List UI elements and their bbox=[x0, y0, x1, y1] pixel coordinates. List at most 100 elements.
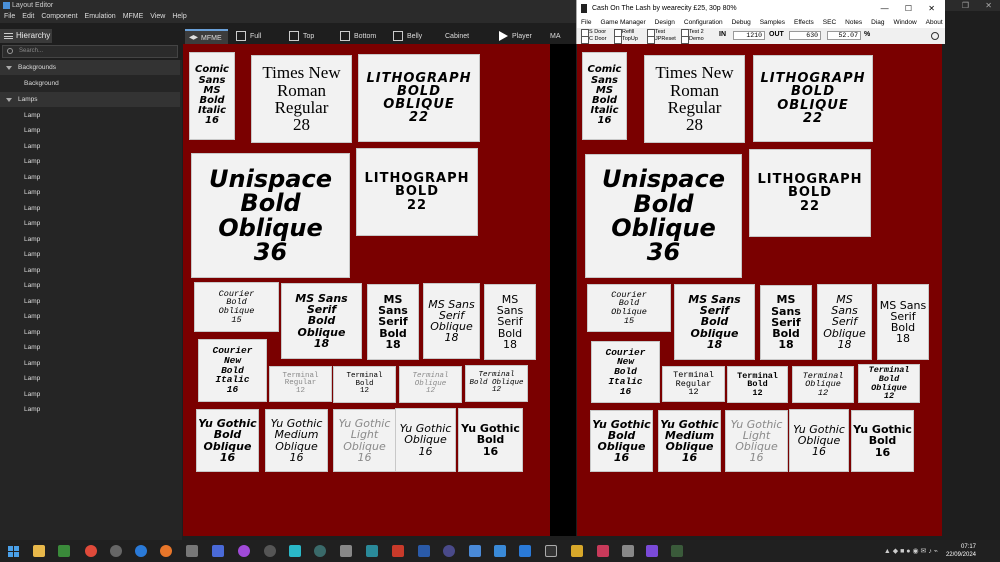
font-panel-yu-gothic-medium-oblique[interactable]: Yu Gothic Medium Oblique 16 bbox=[265, 409, 328, 472]
tree-item-lamp[interactable]: Lamp bbox=[0, 278, 180, 293]
mfme-menu-samples[interactable]: Samples bbox=[760, 17, 785, 28]
tree-item-lamp[interactable]: Lamp bbox=[0, 340, 180, 355]
mfme-menu-game-manager[interactable]: Game Manager bbox=[600, 17, 645, 28]
mfme-panel-ms-sans-bold-oblique[interactable]: MS Sans Serif Bold Oblique 18 bbox=[674, 284, 755, 360]
tree-item-lamp[interactable]: Lamp bbox=[0, 356, 180, 371]
hierarchy-search-input[interactable]: Search... bbox=[2, 45, 178, 58]
font-panel-ms-sans-serif[interactable]: MS Sans Serif Bold 18 bbox=[484, 284, 536, 360]
app-icon-cube[interactable] bbox=[622, 545, 634, 557]
app-icon-gray[interactable] bbox=[110, 545, 122, 557]
mfme-close-icon[interactable]: ✕ bbox=[928, 4, 935, 13]
menu-view[interactable]: View bbox=[150, 11, 165, 23]
app-icon-pink[interactable] bbox=[597, 545, 609, 557]
expand-triangle-icon[interactable] bbox=[6, 66, 12, 70]
jpreset-label[interactable]: JPReset bbox=[647, 36, 676, 44]
firefox-icon[interactable] bbox=[160, 545, 172, 557]
chrome-icon[interactable] bbox=[85, 545, 97, 557]
app-icon-teal[interactable] bbox=[314, 545, 326, 557]
font-panel-times[interactable]: Times New Roman Regular 28 bbox=[251, 55, 352, 143]
app-icon-arrows[interactable] bbox=[494, 545, 506, 557]
mfme-menu-about[interactable]: About bbox=[926, 17, 943, 28]
tree-item-lamp[interactable]: Lamp bbox=[0, 185, 180, 200]
mfme-menu-sec[interactable]: SEC bbox=[823, 17, 836, 28]
mfme-panel-ms-sans-bold[interactable]: MS Sans Serif Bold 18 bbox=[760, 285, 812, 360]
system-tray[interactable]: ▲ ◆ ■ ● ◉ ✉ ♪ ⌁ bbox=[884, 547, 938, 555]
app-icon-3[interactable] bbox=[366, 545, 378, 557]
test-checkbox[interactable]: Test bbox=[647, 29, 665, 37]
mfme-panel-times[interactable]: Times New Roman Regular 28 bbox=[644, 55, 745, 143]
app-icon-photos[interactable] bbox=[186, 545, 198, 557]
mfme-menu-design[interactable]: Design bbox=[655, 17, 675, 28]
font-panel-unispace[interactable]: Unispace Bold Oblique 36 bbox=[191, 153, 350, 278]
font-panel-yu-gothic-oblique[interactable]: Yu Gothic Oblique 16 bbox=[395, 408, 456, 472]
mfme-panel-litho-bold-oblique[interactable]: LITHOGRAPH BOLD OBLIQUE 22 bbox=[753, 55, 873, 142]
maximize-icon[interactable]: ☐ bbox=[905, 4, 912, 13]
mfme-menu-configuration[interactable]: Configuration bbox=[684, 17, 723, 28]
belly-checkbox[interactable] bbox=[393, 31, 403, 42]
topup-label[interactable]: TopUp bbox=[614, 36, 638, 44]
menu-emulation[interactable]: Emulation bbox=[85, 11, 116, 23]
font-panel-terminal-regular[interactable]: Terminal Regular 12 bbox=[269, 366, 332, 402]
status-circle-icon[interactable] bbox=[931, 32, 939, 40]
mfme-canvas[interactable]: Comic Sans MS Bold Italic 16 Times New R… bbox=[577, 44, 942, 536]
font-panel-yu-gothic-light-oblique[interactable]: Yu Gothic Light Oblique 16 bbox=[333, 409, 396, 472]
mfme-panel-terminal-bold[interactable]: Terminal Bold 12 bbox=[727, 366, 788, 403]
mfme-panel-yu-gothic-light-oblique[interactable]: Yu Gothic Light Oblique 16 bbox=[725, 410, 788, 472]
mfme-menu-file[interactable]: File bbox=[581, 17, 591, 28]
menu-edit[interactable]: Edit bbox=[22, 11, 34, 23]
tab-bottom[interactable]: Bottom bbox=[340, 29, 376, 44]
app-icon-e[interactable] bbox=[418, 545, 430, 557]
windows-start-icon[interactable] bbox=[8, 546, 19, 557]
full-checkbox[interactable] bbox=[236, 31, 246, 42]
tree-item-lamp[interactable]: Lamp bbox=[0, 387, 180, 402]
hierarchy-tab[interactable]: Hierarchy bbox=[0, 29, 52, 43]
edge-icon[interactable] bbox=[135, 545, 147, 557]
mfme-panel-yu-gothic-medium-oblique[interactable]: Yu Gothic Medium Oblique 16 bbox=[658, 410, 721, 472]
mfme-panel-yu-gothic-bold[interactable]: Yu Gothic Bold 16 bbox=[851, 410, 914, 472]
top-checkbox[interactable] bbox=[289, 31, 299, 42]
font-panel-terminal-bold-oblique[interactable]: Terminal Bold Oblique 12 bbox=[465, 365, 528, 402]
expand-triangle-icon[interactable] bbox=[6, 97, 12, 102]
mfme-panel-courier-bold-oblique[interactable]: Courier Bold Oblique 15 bbox=[587, 284, 671, 332]
app-icon-blue[interactable] bbox=[212, 545, 224, 557]
app-icon-gray2[interactable] bbox=[340, 545, 352, 557]
app-icon-globe[interactable] bbox=[443, 545, 455, 557]
menu-component[interactable]: Component bbox=[41, 11, 77, 23]
app-icon-le[interactable] bbox=[671, 545, 683, 557]
tab-full[interactable]: Full bbox=[236, 29, 261, 44]
app-icon-cyan[interactable] bbox=[289, 545, 301, 557]
tab-mfme[interactable]: MFME bbox=[185, 29, 228, 44]
terminal-icon[interactable] bbox=[545, 545, 557, 557]
app-icon-steam[interactable] bbox=[264, 545, 276, 557]
tree-item-lamp[interactable]: Lamp bbox=[0, 170, 180, 185]
tree-group-lamps[interactable]: Lamps bbox=[0, 91, 180, 107]
demo-label[interactable]: Demo bbox=[681, 36, 704, 44]
close-icon[interactable]: ✕ bbox=[985, 1, 992, 10]
mfme-panel-terminal-regular[interactable]: Terminal Regular 12 bbox=[662, 366, 725, 402]
mfme-menu-window[interactable]: Window bbox=[894, 17, 917, 28]
tree-item-lamp[interactable]: Lamp bbox=[0, 247, 180, 262]
app-icon-green[interactable] bbox=[58, 545, 70, 557]
mfme-panel-litho-bold[interactable]: LITHOGRAPH BOLD 22 bbox=[749, 149, 871, 237]
tree-group-backgrounds[interactable]: Backgrounds bbox=[0, 60, 180, 75]
app-icon-purple[interactable] bbox=[238, 545, 250, 557]
font-panel-yu-gothic-bold[interactable]: Yu Gothic Bold 16 bbox=[458, 408, 523, 472]
font-panel-yu-gothic-bold-oblique[interactable]: Yu Gothic Bold Oblique 16 bbox=[196, 409, 259, 472]
tab-player[interactable]: Player bbox=[499, 29, 532, 44]
mfme-panel-ms-sans-oblique[interactable]: MS Sans Serif Oblique 18 bbox=[817, 284, 872, 360]
mfme-menu-notes[interactable]: Notes bbox=[845, 17, 862, 28]
mfme-panel-yu-gothic-oblique[interactable]: Yu Gothic Oblique 16 bbox=[789, 409, 849, 472]
mfme-panel-terminal-oblique[interactable]: Terminal Oblique 12 bbox=[792, 366, 854, 403]
restore-icon[interactable]: ❐ bbox=[962, 1, 969, 10]
tree-item-lamp[interactable]: Lamp bbox=[0, 216, 180, 231]
mfme-panel-yu-gothic-bold-oblique[interactable]: Yu Gothic Bold Oblique 16 bbox=[590, 410, 653, 472]
layout-canvas-left[interactable]: Comic Sans MS Bold Italic 16 Times New R… bbox=[183, 44, 550, 536]
tree-item-lamp[interactable]: Lamp bbox=[0, 402, 180, 417]
tab-top[interactable]: Top bbox=[289, 29, 314, 44]
font-panel-ms-sans-bold-oblique[interactable]: MS Sans Serif Bold Oblique 18 bbox=[281, 283, 362, 359]
tree-item-lamp[interactable]: Lamp bbox=[0, 263, 180, 278]
font-panel-courier-new[interactable]: Courier New Bold Italic 16 bbox=[198, 339, 267, 402]
font-panel-litho-bold[interactable]: LITHOGRAPH BOLD 22 bbox=[356, 148, 478, 236]
file-explorer-icon[interactable] bbox=[33, 545, 45, 557]
menu-help[interactable]: Help bbox=[172, 11, 186, 23]
